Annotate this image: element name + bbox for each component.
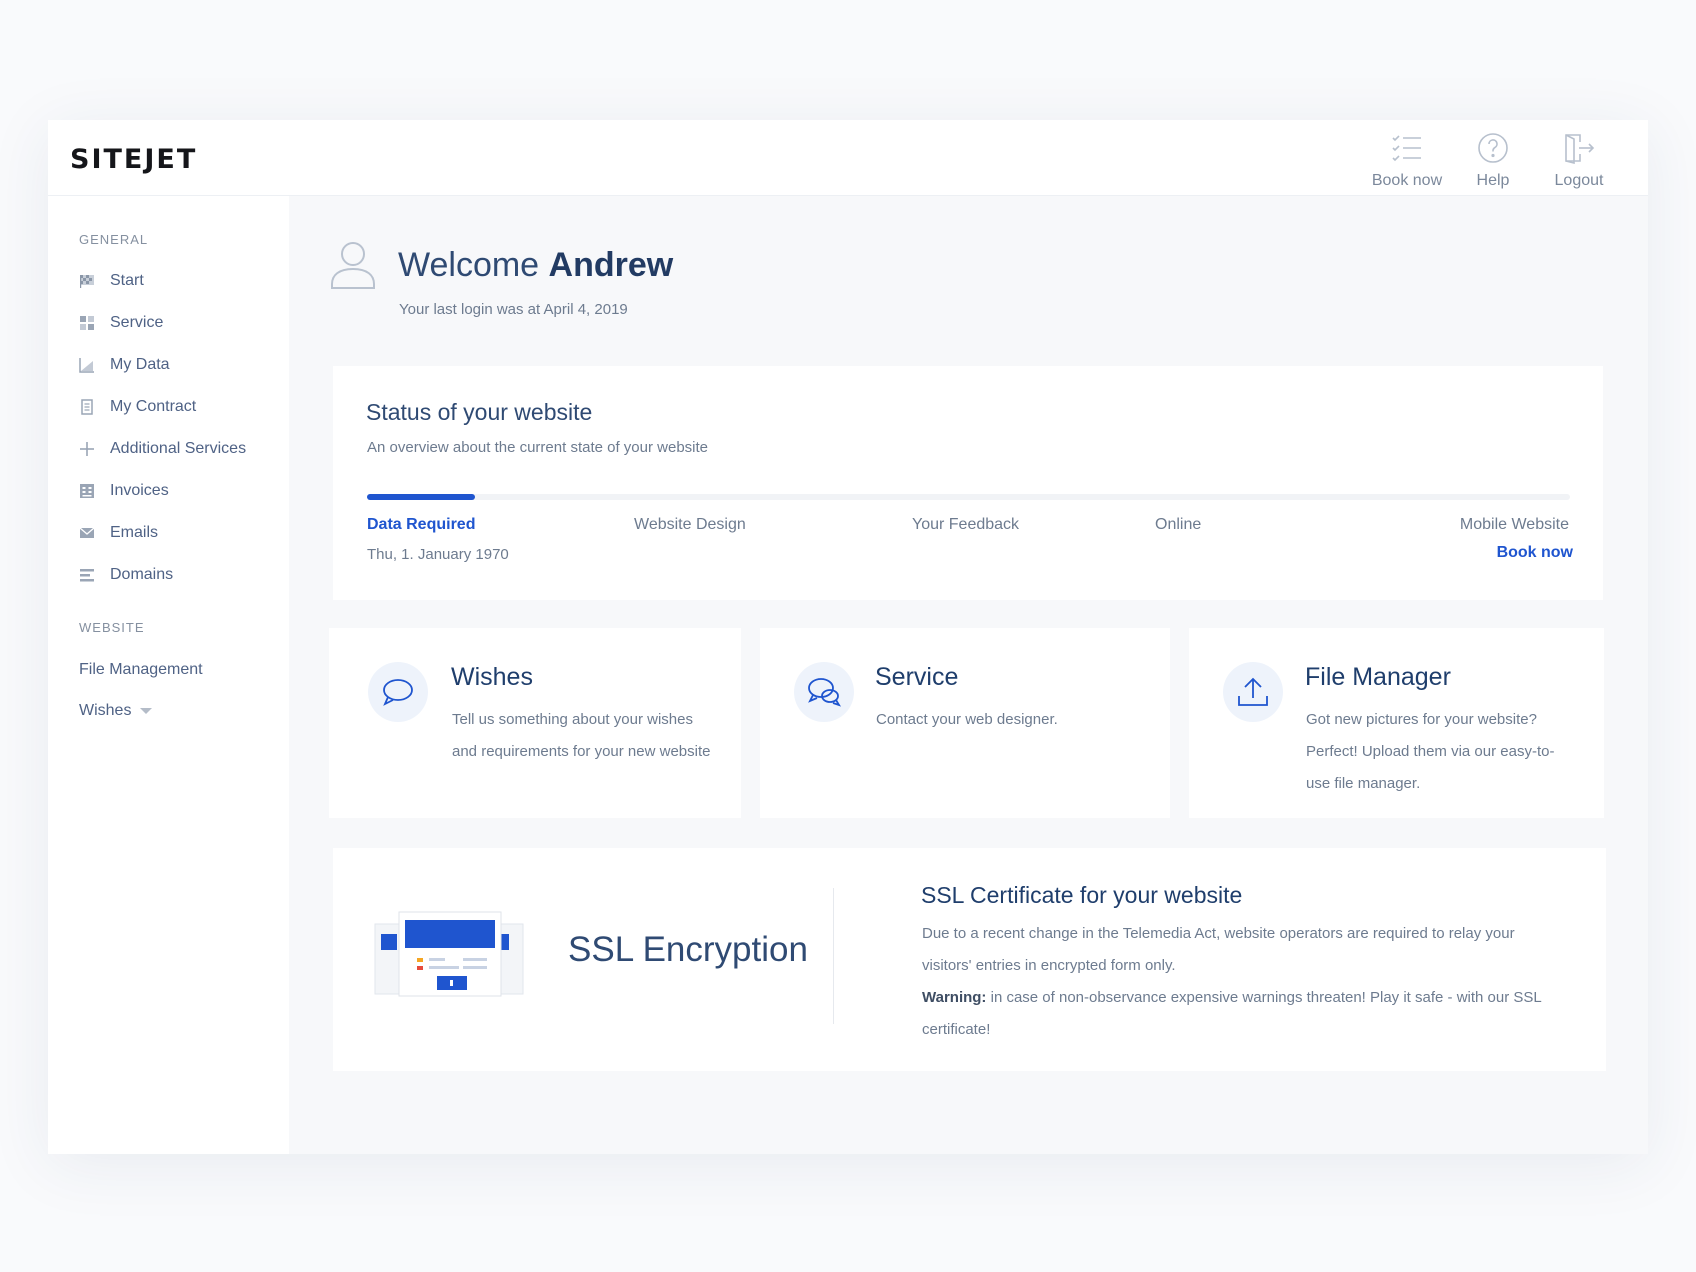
step-website-design[interactable]: Website Design (634, 516, 746, 534)
status-subtitle: An overview about the current state of y… (367, 439, 709, 456)
service-card[interactable]: Service Contact your web designer. (760, 628, 1170, 818)
upload-icon (1223, 662, 1283, 722)
plus-icon (79, 441, 95, 457)
sidebar-section-general: GENERAL (79, 232, 149, 247)
sidebar-item-label: Invoices (110, 482, 169, 499)
wishes-card[interactable]: Wishes Tell us something about your wish… (329, 628, 741, 818)
envelope-icon (79, 525, 95, 541)
sidebar-section-website: WEBSITE (79, 620, 145, 635)
ssl-card[interactable]: SSL Encryption SSL Certificate for your … (333, 848, 1606, 1071)
logout-button[interactable]: Logout (1536, 128, 1622, 190)
website-status-card: Status of your website An overview about… (333, 366, 1603, 600)
step-online[interactable]: Online (1155, 516, 1201, 534)
sidebar-item-additional-services[interactable]: Additional Services (79, 440, 246, 458)
sidebar-item-label: Domains (110, 566, 174, 583)
service-grid-icon (79, 315, 95, 331)
sidebar-item-label: Additional Services (110, 440, 247, 457)
sidebar-item-my-data[interactable]: My Data (79, 356, 170, 374)
book-now-link[interactable]: Book now (1497, 544, 1573, 562)
welcome-greeting: Welcome (398, 246, 540, 284)
sidebar-item-wishes[interactable]: Wishes (79, 702, 153, 720)
help-button[interactable]: Help (1450, 128, 1536, 190)
status-title: Status of your website (366, 399, 593, 425)
sidebar-item-start[interactable]: Start (79, 272, 144, 290)
app-window: SITEJET Book now Help Logout GENERAL Sta… (48, 120, 1648, 1154)
feature-title: File Manager (1305, 663, 1451, 691)
step-date: Thu, 1. January 1970 (367, 546, 509, 563)
step-your-feedback[interactable]: Your Feedback (912, 516, 1019, 534)
ssl-title: SSL Encryption (568, 930, 808, 969)
ssl-warning-label: Warning: (922, 989, 987, 1006)
checklist-icon (1364, 128, 1450, 168)
sidebar-item-emails[interactable]: Emails (79, 524, 158, 542)
sidebar-item-service[interactable]: Service (79, 314, 163, 332)
chat-bubble-icon (368, 662, 428, 722)
sidebar-item-my-contract[interactable]: My Contract (79, 398, 196, 416)
sidebar-item-label: Start (110, 272, 144, 289)
step-data-required[interactable]: Data Required (367, 516, 475, 534)
ssl-warning-text: in case of non-observance expensive warn… (922, 989, 1542, 1038)
feature-description: Contact your web designer. (876, 711, 1058, 728)
sidebar-item-label: Wishes (79, 702, 132, 719)
list-icon (79, 567, 95, 583)
sidebar-item-label: Emails (110, 524, 159, 541)
book-now-button[interactable]: Book now (1364, 128, 1450, 190)
feature-description: Tell us something about your wishes and … (452, 711, 711, 760)
logo[interactable]: SITEJET (70, 144, 197, 175)
sidebar-item-label: Service (110, 314, 164, 331)
sidebar: GENERAL Start Service My Data My Contrac… (48, 196, 289, 1154)
help-label: Help (1476, 172, 1510, 189)
file-manager-card[interactable]: File Manager Got new pictures for your w… (1189, 628, 1604, 818)
ssl-heading: SSL Certificate for your website (921, 882, 1243, 908)
logout-label: Logout (1554, 172, 1604, 189)
flag-icon (79, 273, 95, 289)
ssl-illustration-icon (373, 910, 525, 1007)
user-name: Andrew (548, 246, 674, 284)
document-icon (79, 399, 95, 415)
feature-description: Got new pictures for your website? Perfe… (1306, 711, 1555, 792)
divider (833, 888, 834, 1024)
ssl-description: Due to a recent change in the Telemedia … (922, 918, 1562, 1046)
chat-bubbles-icon (794, 662, 854, 722)
help-circle-icon (1450, 128, 1536, 168)
user-avatar-icon (330, 240, 376, 295)
last-login: Your last login was at April 4, 2019 (399, 301, 628, 318)
step-mobile-website[interactable]: Mobile Website (1460, 516, 1569, 534)
book-now-label: Book now (1371, 172, 1443, 189)
logout-door-icon (1536, 128, 1622, 168)
chevron-down-icon (140, 708, 153, 714)
page-title: Welcome Andrew (398, 246, 673, 285)
header-actions: Book now Help Logout (1364, 128, 1622, 190)
chart-icon (79, 357, 95, 373)
invoice-icon (79, 483, 95, 499)
sidebar-item-file-management[interactable]: File Management (79, 661, 203, 679)
sidebar-item-label: My Contract (110, 398, 197, 415)
sidebar-item-domains[interactable]: Domains (79, 566, 173, 584)
sidebar-item-label: My Data (110, 356, 170, 373)
sidebar-item-invoices[interactable]: Invoices (79, 482, 169, 500)
status-progress-fill (367, 494, 476, 500)
top-bar: SITEJET Book now Help Logout (48, 120, 1648, 196)
feature-title: Service (875, 663, 959, 691)
feature-title: Wishes (451, 663, 533, 691)
ssl-text: Due to a recent change in the Telemedia … (922, 925, 1515, 974)
status-progress-bar (367, 494, 1570, 500)
sidebar-item-label: File Management (79, 661, 203, 678)
